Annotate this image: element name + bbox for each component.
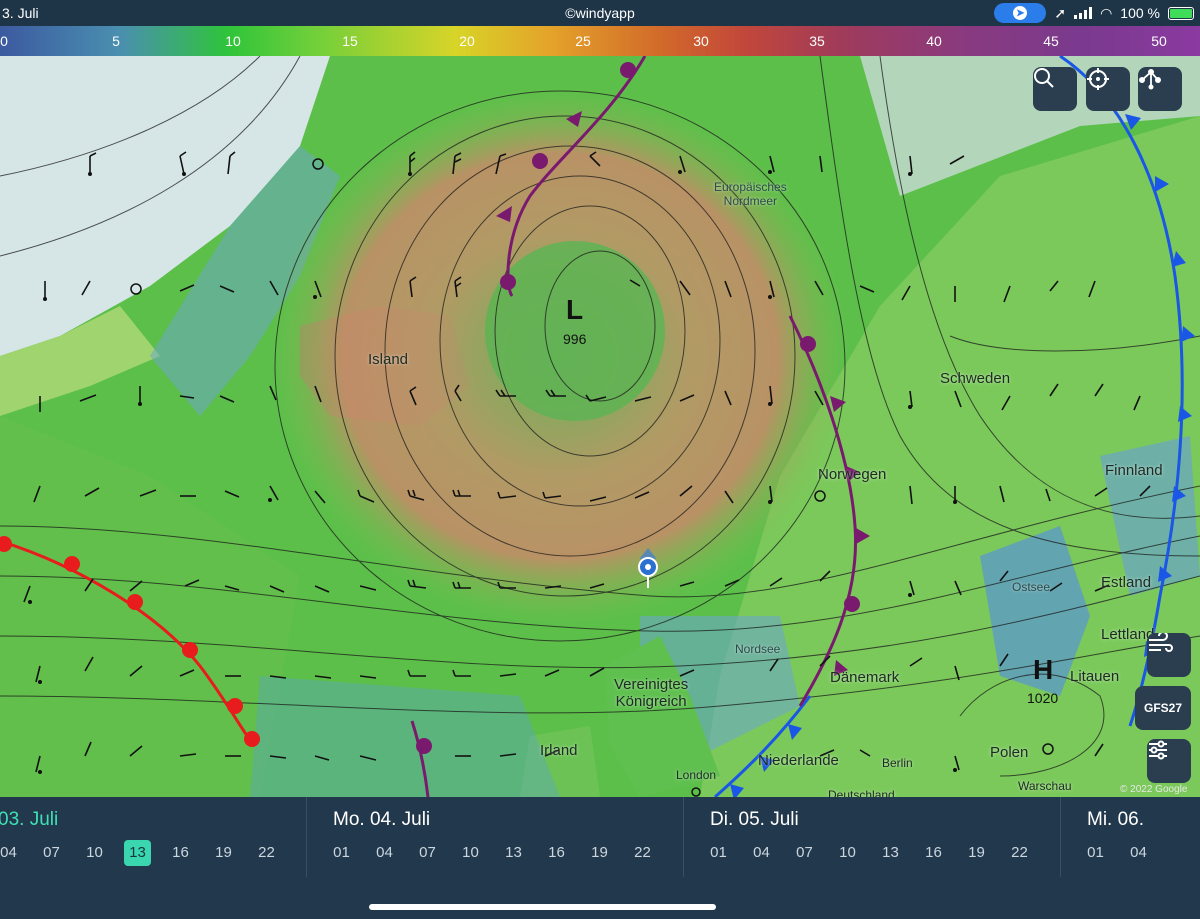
label-berlin: Berlin: [882, 756, 913, 770]
crosshair-icon: [1087, 68, 1109, 90]
scale-label: 25: [575, 33, 591, 49]
label-polen: Polen: [990, 744, 1029, 761]
hour-item[interactable]: 07: [783, 840, 826, 866]
map-copyright: © 2022 Google: [1120, 784, 1188, 795]
scale-label: 20: [459, 33, 475, 49]
day-title[interactable]: Di. 05. Juli: [710, 809, 799, 831]
hour-item[interactable]: 13: [869, 840, 912, 866]
hour-item[interactable]: 16: [535, 840, 578, 866]
hour-list: 01 04: [1074, 840, 1160, 866]
low-pressure-letter: L: [566, 294, 584, 325]
home-indicator[interactable]: [369, 904, 716, 910]
location-icon: ➚: [1054, 4, 1067, 21]
hour-item[interactable]: 19: [202, 840, 245, 866]
day-separator: [306, 797, 307, 877]
bottom-safe-area: [0, 885, 1200, 919]
hour-list: 01 04 07 10 13 16 19 22: [697, 840, 1041, 866]
hour-item[interactable]: 04: [740, 840, 783, 866]
battery-percent: 100 %: [1120, 5, 1160, 21]
hour-item[interactable]: 16: [912, 840, 955, 866]
hour-item[interactable]: 04: [363, 840, 406, 866]
scale-label: 40: [926, 33, 942, 49]
hour-item[interactable]: 01: [320, 840, 363, 866]
route-icon: [1139, 69, 1161, 90]
scale-label: 5: [112, 33, 120, 49]
hour-item[interactable]: 04: [0, 840, 30, 866]
hour-item[interactable]: 19: [578, 840, 621, 866]
scale-label: 15: [342, 33, 358, 49]
day-separator: [1060, 797, 1061, 877]
model-button[interactable]: GFS27: [1135, 686, 1191, 730]
day-title[interactable]: Mi. 06.: [1087, 809, 1144, 831]
hour-item[interactable]: 10: [73, 840, 116, 866]
wifi-icon: ◠: [1100, 4, 1113, 21]
label-ostsee: Ostsee: [1012, 580, 1051, 594]
label-finnland: Finnland: [1105, 462, 1163, 479]
forecast-timeline[interactable]: 03. Juli 04 07 10 13 16 19 22 Mo. 04. Ju…: [0, 797, 1200, 885]
search-icon: [1034, 68, 1054, 88]
hour-item[interactable]: 01: [697, 840, 740, 866]
label-nordmeer: Europäisches Nordmeer: [714, 180, 787, 208]
hour-item[interactable]: 16: [159, 840, 202, 866]
wind-icon: [1149, 633, 1173, 652]
hour-item[interactable]: 22: [245, 840, 288, 866]
hour-item[interactable]: 07: [30, 840, 73, 866]
label-schweden: Schweden: [940, 370, 1011, 387]
hour-item[interactable]: 22: [621, 840, 664, 866]
scale-label: 0: [0, 33, 8, 49]
weather-map[interactable]: L 996 H 1020 Europäisches Nordmeer Islan…: [0, 56, 1200, 797]
day-title[interactable]: 03. Juli: [0, 809, 58, 831]
status-bar: 3. Juli ©windyapp ➤ ➚ ◠ 100 %: [0, 0, 1200, 26]
scale-label: 10: [225, 33, 241, 49]
label-warschau: Warschau: [1018, 779, 1072, 793]
hour-item[interactable]: 22: [998, 840, 1041, 866]
high-pressure-letter: H: [1033, 654, 1054, 685]
hour-item[interactable]: 19: [955, 840, 998, 866]
hour-item[interactable]: 01: [1074, 840, 1117, 866]
scale-label: 30: [693, 33, 709, 49]
label-niederlande: Niederlande: [758, 752, 839, 769]
label-estland: Estland: [1101, 574, 1152, 591]
status-icons: ➤ ➚ ◠ 100 %: [994, 3, 1194, 23]
scale-label: 45: [1043, 33, 1059, 49]
wind-speed-scale: 0 5 10 15 20 25 30 35 40 45 50: [0, 26, 1200, 56]
high-pressure-value: 1020: [1027, 690, 1059, 706]
hour-item[interactable]: 07: [406, 840, 449, 866]
settings-button[interactable]: [1147, 739, 1191, 783]
label-deutschland: Deutschland: [828, 788, 895, 797]
label-uk: Vereinigtes Königreich: [614, 676, 689, 710]
hour-list: 04 07 10 13 16 19 22: [0, 840, 288, 866]
location-arrow-icon: ➤: [1013, 6, 1028, 20]
label-norwegen: Norwegen: [818, 466, 887, 483]
day-separator: [683, 797, 684, 877]
low-pressure-value: 996: [563, 331, 587, 347]
hour-item[interactable]: 13: [492, 840, 535, 866]
scale-label: 50: [1151, 33, 1167, 49]
scale-label: 35: [809, 33, 825, 49]
hour-item[interactable]: 10: [449, 840, 492, 866]
label-irland: Irland: [540, 742, 578, 759]
hour-list: 01 04 07 10 13 16 19 22: [320, 840, 664, 866]
hour-item[interactable]: 04: [1117, 840, 1160, 866]
navigation-pill[interactable]: ➤: [994, 3, 1047, 23]
battery-icon: [1168, 6, 1194, 20]
hour-item-selected[interactable]: 13: [124, 840, 151, 866]
wind-layer-button[interactable]: [1147, 633, 1191, 677]
locate-button[interactable]: [1086, 67, 1130, 111]
hour-item[interactable]: 10: [826, 840, 869, 866]
label-daenemark: Dänemark: [830, 669, 900, 686]
label-litauen: Litauen: [1070, 668, 1120, 685]
label-nordsee: Nordsee: [735, 642, 781, 656]
day-title[interactable]: Mo. 04. Juli: [333, 809, 430, 831]
route-button[interactable]: [1138, 67, 1182, 111]
label-island: Island: [368, 351, 409, 368]
label-london: London: [676, 768, 717, 782]
sliders-icon: [1149, 740, 1167, 760]
cellular-signal-icon: [1074, 7, 1093, 19]
map-canvas[interactable]: [0, 56, 1200, 797]
search-button[interactable]: [1033, 67, 1077, 111]
